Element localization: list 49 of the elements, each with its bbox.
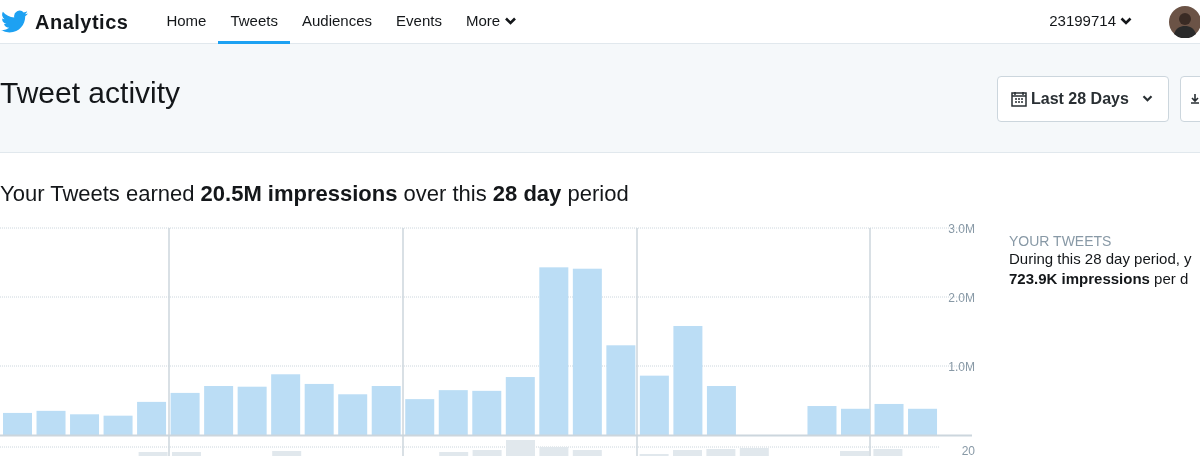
impressions-bar[interactable] [807,406,837,435]
chevron-down-icon [1120,17,1132,26]
impressions-bar[interactable] [271,374,301,435]
impressions-bar[interactable] [304,383,334,435]
impressions-bar[interactable] [338,394,368,435]
impressions-bar[interactable] [3,412,32,435]
y-tick-label: 2.0M [948,291,975,305]
impressions-bar[interactable] [908,408,938,435]
page-title: Tweet activity [0,74,181,111]
side-text: 723.9K impressions per d [1009,269,1190,289]
impressions-bar[interactable] [472,390,502,435]
impressions-bar[interactable] [639,375,669,435]
summary-sentence: Your Tweets earned 20.5M impressions over this 28 day period [0,180,630,208]
impressions-bar[interactable] [606,345,636,435]
impressions-bar[interactable] [204,386,234,435]
side-text: During this 28 day period, y [1009,249,1192,269]
impressions-bar[interactable] [505,377,535,435]
download-icon [1191,94,1199,104]
impressions-bar[interactable] [103,415,133,435]
y-tick-label: 3.0M [948,222,975,236]
bird-logo-icon[interactable] [1,9,28,34]
side-heading: YOUR TWEETS [1009,233,1113,249]
impressions-bar[interactable] [673,326,703,435]
impressions-bar[interactable] [237,386,267,435]
impressions-bar[interactable] [572,268,602,435]
more-menu[interactable]: More [453,0,530,44]
impressions-bar[interactable] [36,410,66,435]
calendar-icon [1011,91,1027,107]
impressions-bar[interactable] [438,390,468,435]
impressions-bar[interactable] [539,267,569,435]
impressions-bar[interactable] [405,399,435,435]
impressions-bar[interactable] [70,414,100,435]
impressions-bar[interactable] [371,386,401,435]
logo-text[interactable]: Analytics [35,6,129,37]
nav-tab[interactable]: Audiences [290,0,385,44]
account-menu[interactable]: 23199714 [1049,10,1132,33]
nav-tab[interactable]: Home [154,0,219,44]
impressions-bar[interactable] [137,401,167,435]
impressions-bar[interactable] [874,403,904,435]
chevron-down-icon [1141,95,1153,103]
nav-tab[interactable]: Events [384,0,454,44]
y-tick-label: 1.0M [948,360,975,374]
chevron-down-icon [504,17,518,26]
avatar[interactable] [1169,5,1200,38]
impressions-bar[interactable] [841,408,870,435]
date-range-button[interactable]: Last 28 Days [997,76,1169,122]
y-tick-label: 20 [961,444,975,456]
impressions-bar[interactable] [706,386,736,435]
impressions-bar[interactable] [170,392,200,435]
